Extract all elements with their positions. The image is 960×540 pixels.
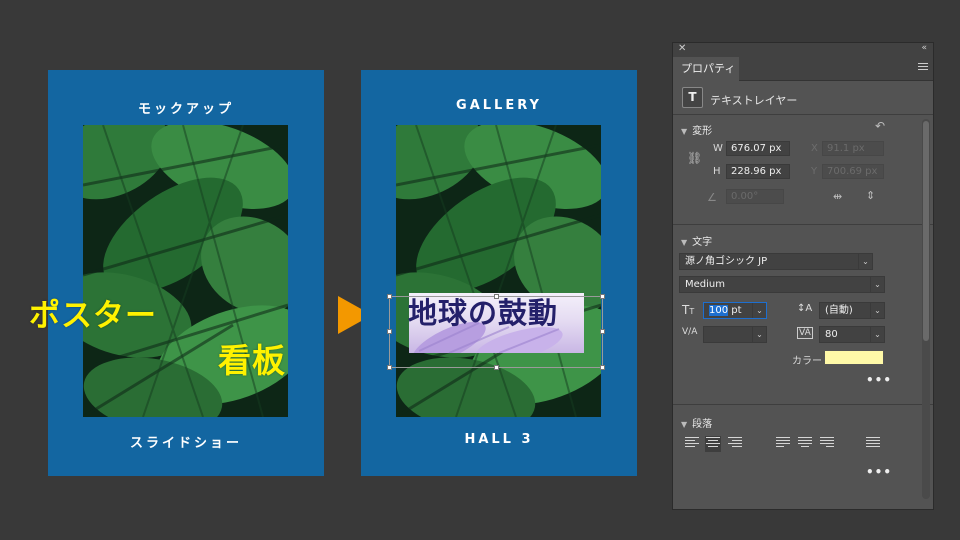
chevron-down-icon: ⌄	[752, 303, 766, 318]
chevron-down-icon: ⌄	[858, 254, 872, 269]
chevron-down-icon: ▼	[681, 127, 688, 136]
scrollbar-thumb[interactable]	[923, 121, 929, 341]
text-color-swatch[interactable]	[824, 350, 884, 365]
panel-scrollbar[interactable]	[922, 119, 930, 499]
more-options-icon[interactable]: •••	[866, 465, 892, 479]
chevron-down-icon: ⌄	[752, 327, 766, 342]
resize-handle[interactable]	[387, 329, 392, 334]
resize-handle[interactable]	[494, 294, 499, 299]
poster-gallery: GALLERY HALL 3	[361, 70, 637, 476]
w-label: W	[713, 143, 723, 154]
layer-type-row: T テキストレイヤー	[673, 81, 933, 115]
font-size-icon: TT	[682, 303, 695, 317]
kerning-icon: V/A	[682, 327, 698, 337]
align-center-icon[interactable]	[705, 436, 721, 452]
width-field[interactable]: 676.07 px	[726, 141, 790, 156]
properties-panel: ✕ « プロパティ T テキストレイヤー ▼ 変形 ↶ ⛓ W 676.07 px…	[672, 42, 934, 510]
poster-footer: スライドショー	[129, 436, 242, 451]
overlay-text-sign[interactable]: 看板	[218, 334, 286, 382]
paragraph-section: ▼ 段落 •••	[673, 405, 933, 505]
monstera-photo	[396, 125, 601, 417]
leading-icon: ↕A	[797, 303, 813, 314]
flip-vertical-icon[interactable]: ⇕	[866, 189, 875, 202]
resize-handle[interactable]	[494, 365, 499, 370]
poster-title: モックアップ	[137, 102, 234, 117]
layer-type-label: テキストレイヤー	[710, 94, 798, 107]
selection-bounding-box[interactable]	[387, 294, 605, 370]
kerning-dropdown[interactable]: ⌄	[703, 326, 767, 343]
chevron-down-icon: ▼	[681, 238, 688, 247]
y-field: 700.69 px	[822, 164, 884, 179]
panel-menu-icon[interactable]	[918, 63, 928, 72]
poster-mockup: モックアップ スライドショー	[48, 70, 324, 476]
resize-handle[interactable]	[600, 329, 605, 334]
flip-horizontal-icon[interactable]: ⇹	[833, 190, 842, 203]
h-label: H	[713, 166, 721, 177]
monstera-leaves-image	[396, 125, 601, 417]
chevron-down-icon: ⌄	[870, 277, 884, 292]
panel-topbar: ✕ «	[673, 43, 933, 57]
character-section: ▼ 文字 源ノ角ゴシック JP ⌄ Medium ⌄ TT 100 pt ⌄ ↕A…	[673, 225, 933, 405]
more-options-icon[interactable]: •••	[866, 373, 892, 387]
align-left-icon[interactable]	[685, 437, 699, 451]
panel-tabbar: プロパティ	[673, 57, 933, 81]
tab-properties[interactable]: プロパティ	[673, 57, 739, 81]
collapse-icon[interactable]: «	[921, 43, 927, 53]
tracking-dropdown[interactable]: 80 ⌄	[819, 326, 885, 343]
overlay-text-poster[interactable]: ポスター	[29, 290, 157, 335]
close-icon[interactable]: ✕	[678, 43, 686, 54]
transform-section: ▼ 変形 ↶ ⛓ W 676.07 px X 91.1 px H 228.96 p…	[673, 115, 933, 225]
poster-title: GALLERY	[456, 98, 542, 113]
angle-icon: ∠	[707, 191, 717, 204]
color-label: カラー	[792, 356, 822, 367]
height-field[interactable]: 228.96 px	[726, 164, 790, 179]
x-field: 91.1 px	[822, 141, 884, 156]
font-family-dropdown[interactable]: 源ノ角ゴシック JP ⌄	[679, 253, 873, 270]
tracking-icon: VA	[797, 327, 813, 339]
chevron-down-icon: ⌄	[870, 327, 884, 342]
justify-right-icon[interactable]	[820, 437, 834, 451]
justify-all-icon[interactable]	[866, 437, 880, 451]
transform-header[interactable]: ▼ 変形	[681, 122, 712, 137]
character-header[interactable]: ▼ 文字	[681, 233, 712, 248]
font-size-field[interactable]: 100 pt ⌄	[703, 302, 767, 319]
resize-handle[interactable]	[600, 365, 605, 370]
resize-handle[interactable]	[600, 294, 605, 299]
justify-left-icon[interactable]	[776, 437, 790, 451]
paragraph-header[interactable]: ▼ 段落	[681, 415, 712, 430]
chevron-down-icon: ⌄	[870, 303, 884, 318]
leading-dropdown[interactable]: (自動) ⌄	[819, 302, 885, 319]
angle-field: 0.00°	[726, 189, 784, 204]
text-layer-icon: T	[682, 87, 703, 108]
resize-handle[interactable]	[387, 294, 392, 299]
chevron-down-icon: ▼	[681, 420, 688, 429]
justify-center-icon[interactable]	[798, 437, 812, 451]
align-right-icon[interactable]	[728, 437, 742, 451]
reset-icon[interactable]: ↶	[875, 119, 885, 133]
poster-footer: HALL 3	[464, 432, 534, 447]
link-icon[interactable]: ⛓	[687, 151, 702, 165]
y-label: Y	[811, 166, 818, 177]
x-label: X	[811, 143, 818, 154]
resize-handle[interactable]	[387, 365, 392, 370]
font-style-dropdown[interactable]: Medium ⌄	[679, 276, 885, 293]
